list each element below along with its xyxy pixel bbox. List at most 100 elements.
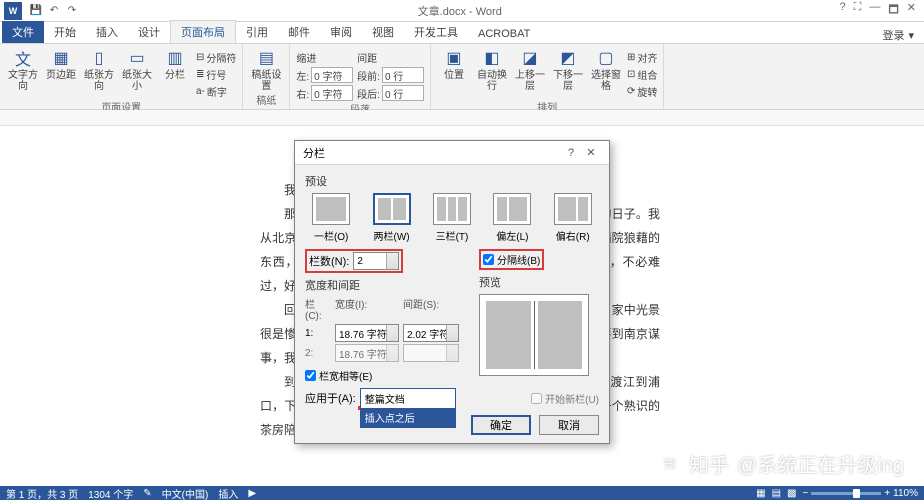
page-indicator[interactable]: 第 1 页，共 3 页 — [6, 486, 78, 501]
restore-icon[interactable]: 🗖 — [888, 1, 898, 20]
tab-acrobat[interactable]: ACROBAT — [468, 25, 540, 43]
tab-review[interactable]: 审阅 — [320, 21, 362, 43]
text-direction-button[interactable]: 文文字方向 — [6, 46, 40, 92]
indent-right-input[interactable]: 0 字符 — [311, 85, 353, 101]
manuscript-button[interactable]: ▤稿纸设置 — [249, 46, 283, 92]
group-manuscript: ▤稿纸设置 稿纸 — [243, 44, 290, 109]
breaks-button[interactable]: ⊟ 分隔符 — [196, 50, 236, 65]
insert-mode[interactable]: 插入 — [218, 486, 238, 501]
equal-width-checkbox[interactable]: 栏宽相等(E) — [305, 368, 471, 383]
send-backward-button[interactable]: ◩下移一层 — [551, 46, 585, 92]
dialog-titlebar: 分栏 ? ✕ — [295, 141, 609, 165]
preset-left[interactable]: 偏左(L) — [493, 193, 531, 243]
pane-icon: ▢ — [596, 48, 616, 68]
wrap-icon: ◧ — [482, 48, 502, 68]
selection-pane-button[interactable]: ▢选择窗格 — [589, 46, 623, 92]
tab-view[interactable]: 视图 — [362, 21, 404, 43]
dialog-help-icon[interactable]: ? — [561, 147, 581, 159]
columns-button[interactable]: ▥分栏 — [158, 46, 192, 81]
apply-option-after[interactable]: 插入点之后 — [361, 408, 455, 427]
indent-left-input[interactable]: 0 字符 — [311, 67, 353, 83]
new-column-checkbox: 开始新栏(U) — [531, 391, 599, 406]
forward-icon: ◪ — [520, 48, 540, 68]
spacing-1-input[interactable]: 2.02 字符 — [403, 324, 459, 342]
position-button[interactable]: ▣位置 — [437, 46, 471, 81]
macro-icon[interactable]: ▶ — [248, 488, 256, 499]
columns-dialog: 分栏 ? ✕ 预设 一栏(O) 两栏(W) 三栏(T) 偏左(L) 偏右(R) … — [294, 140, 610, 444]
preset-one[interactable]: 一栏(O) — [312, 193, 350, 243]
width-1-input[interactable]: 18.76 字符 — [335, 324, 399, 342]
status-bar: 第 1 页，共 3 页 1304 个字 ✎ 中文(中国) 插入 ▶ ▦ ▤ ▩ … — [0, 486, 924, 500]
tab-file[interactable]: 文件 — [2, 21, 44, 43]
quick-access-toolbar: 💾 ↶ ↷ — [28, 3, 80, 19]
dialog-close-icon[interactable]: ✕ — [581, 146, 601, 159]
wrap-text-button[interactable]: ◧自动换行 — [475, 46, 509, 92]
width-2-input: 18.76 字符 — [335, 344, 399, 362]
close-icon[interactable]: ✕ — [907, 1, 916, 20]
redo-icon[interactable]: ↷ — [64, 3, 80, 19]
orientation-button[interactable]: ▯纸张方向 — [82, 46, 116, 92]
presets-label: 预设 — [305, 173, 599, 189]
ribbon-tabs: 文件 开始 插入 设计 页面布局 引用 邮件 审阅 视图 开发工具 ACROBA… — [0, 22, 924, 44]
separator-checkbox[interactable]: 分隔线(B) — [483, 252, 540, 267]
tab-insert[interactable]: 插入 — [86, 21, 128, 43]
hyphenation-button[interactable]: a- 断字 — [196, 84, 236, 99]
document-title: 文章.docx - Word — [80, 3, 840, 19]
preset-two[interactable]: 两栏(W) — [373, 193, 411, 243]
title-bar: W 💾 ↶ ↷ 文章.docx - Word ? ⛶ — 🗖 ✕ — [0, 0, 924, 22]
login-link[interactable]: 登录▾ — [882, 27, 924, 43]
view-web-icon[interactable]: ▩ — [787, 488, 796, 499]
ribbon: 文文字方向 ▦页边距 ▯纸张方向 ▭纸张大小 ▥分栏 ⊟ 分隔符 ≣ 行号 a-… — [0, 44, 924, 110]
language-indicator[interactable]: 中文(中国) — [162, 486, 209, 501]
space-before-input[interactable]: 0 行 — [382, 67, 424, 83]
view-read-icon[interactable]: ▤ — [772, 488, 781, 499]
tab-design[interactable]: 设计 — [128, 21, 170, 43]
cancel-button[interactable]: 取消 — [539, 415, 599, 435]
zhihu-icon: 知 — [659, 453, 681, 475]
width-label: 宽度和间距 — [305, 277, 471, 293]
columns-count-input[interactable]: 2 — [353, 252, 399, 270]
preview-label: 预览 — [479, 274, 599, 290]
ok-button[interactable]: 确定 — [471, 415, 531, 435]
ribbon-toggle-icon[interactable]: ⛶ — [854, 1, 862, 20]
text-direction-icon: 文 — [13, 48, 33, 68]
minimize-icon[interactable]: — — [869, 1, 880, 20]
zoom-value[interactable]: 110% — [893, 488, 918, 499]
line-numbers-button[interactable]: ≣ 行号 — [196, 67, 236, 82]
apply-option-whole[interactable]: 整篇文档 — [361, 389, 455, 408]
bring-forward-button[interactable]: ◪上移一层 — [513, 46, 547, 92]
apply-to-label: 应用于(A): — [305, 390, 356, 406]
chevron-down-icon: ▾ — [908, 29, 914, 42]
spacing-2-input — [403, 344, 459, 362]
group-button[interactable]: ⊡ 组合 — [627, 67, 657, 82]
manuscript-icon: ▤ — [256, 48, 276, 68]
backward-icon: ◩ — [558, 48, 578, 68]
view-print-icon[interactable]: ▦ — [756, 488, 765, 499]
preset-three[interactable]: 三栏(T) — [433, 193, 471, 243]
word-count[interactable]: 1304 个字 — [88, 486, 133, 501]
rotate-button[interactable]: ⟳ 旋转 — [627, 84, 657, 99]
save-icon[interactable]: 💾 — [28, 3, 44, 19]
tab-page-layout[interactable]: 页面布局 — [170, 20, 236, 43]
zoom-in-icon[interactable]: + — [884, 488, 890, 499]
size-button[interactable]: ▭纸张大小 — [120, 46, 154, 92]
align-button[interactable]: ⊞ 对齐 — [627, 50, 657, 65]
tab-developer[interactable]: 开发工具 — [404, 21, 468, 43]
preset-right[interactable]: 偏右(R) — [554, 193, 592, 243]
tab-mailings[interactable]: 邮件 — [278, 21, 320, 43]
dialog-title: 分栏 — [303, 145, 561, 161]
undo-icon[interactable]: ↶ — [46, 3, 62, 19]
ruler[interactable] — [0, 110, 924, 126]
zoom-control[interactable]: − + 110% — [802, 488, 918, 499]
preview-pane — [479, 294, 589, 376]
help-icon[interactable]: ? — [840, 1, 846, 20]
columns-count-label: 栏数(N): — [309, 253, 349, 269]
spell-icon[interactable]: ✎ — [143, 488, 151, 499]
group-page-setup: 文文字方向 ▦页边距 ▯纸张方向 ▭纸张大小 ▥分栏 ⊟ 分隔符 ≣ 行号 a-… — [0, 44, 243, 109]
margins-button[interactable]: ▦页边距 — [44, 46, 78, 81]
zoom-slider[interactable] — [811, 492, 881, 495]
tab-references[interactable]: 引用 — [236, 21, 278, 43]
tab-home[interactable]: 开始 — [44, 21, 86, 43]
zoom-out-icon[interactable]: − — [802, 488, 808, 499]
space-after-input[interactable]: 0 行 — [382, 85, 424, 101]
